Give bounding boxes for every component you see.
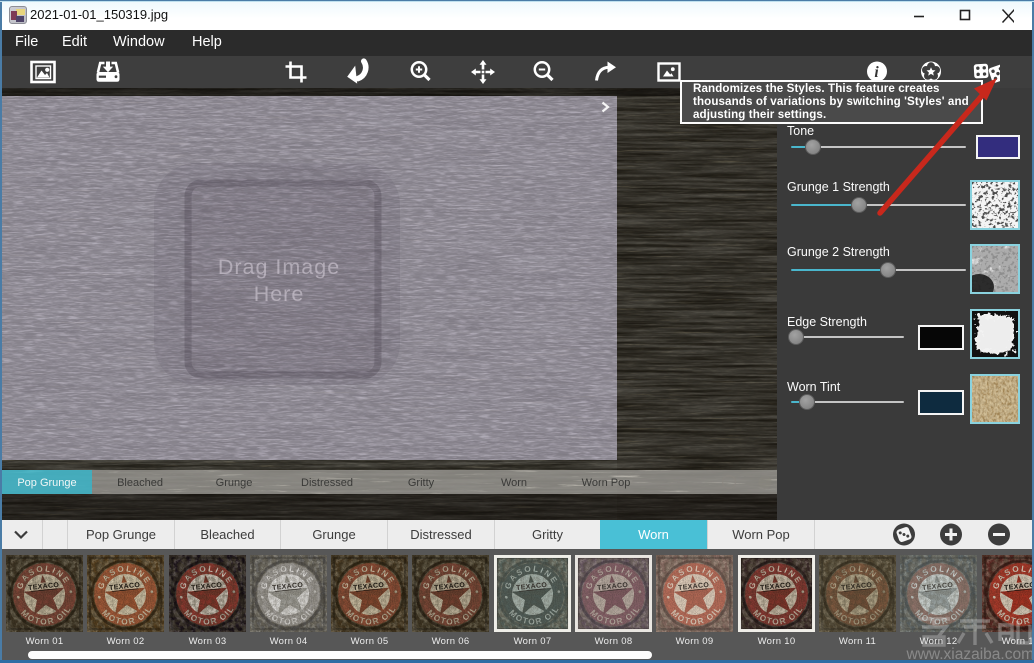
svg-text:Pop Grunge: Pop Grunge	[17, 477, 76, 489]
svg-text:Bleached: Bleached	[117, 477, 163, 489]
svg-text:Grunge: Grunge	[216, 477, 253, 489]
svg-text:www.xiazaiba.com: www.xiazaiba.com	[906, 646, 1034, 660]
svg-text:Distressed: Distressed	[301, 477, 353, 489]
svg-text:Drag Image: Drag Image	[218, 255, 340, 279]
svg-text:Gritty: Gritty	[408, 477, 435, 489]
svg-text:i: i	[874, 64, 879, 81]
svg-text:Here: Here	[254, 282, 305, 306]
svg-text:Worn: Worn	[501, 477, 527, 489]
svg-text:Worn Pop: Worn Pop	[582, 477, 631, 489]
